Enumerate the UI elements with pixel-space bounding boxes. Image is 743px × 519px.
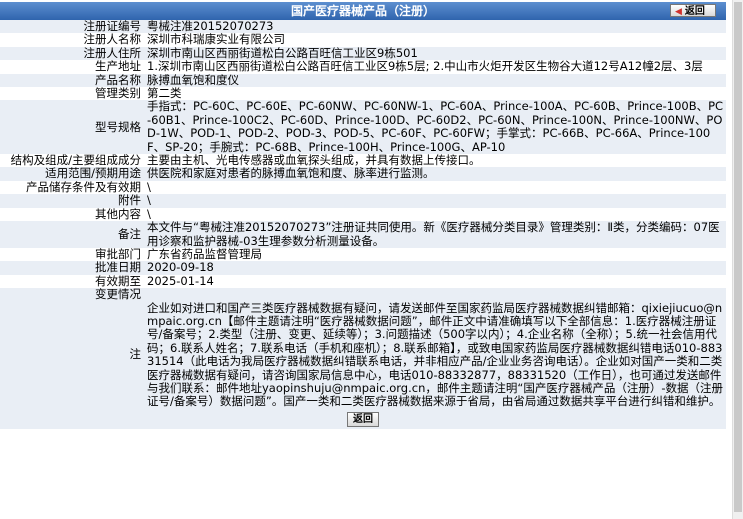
field-label: 变更情况 <box>0 287 144 302</box>
back-arrow-icon: ◀ <box>675 7 682 17</box>
info-row: 适用范围/预期用途 供医院和家庭对患者的脉搏血氧饱和度、脉率进行监测。 <box>0 167 726 181</box>
field-value <box>144 288 726 302</box>
info-row: 注册人名称 深圳市科瑞康实业有限公司 <box>0 32 726 47</box>
field-value: 供医院和家庭对患者的脉搏血氧饱和度、脉率进行监测。 <box>144 167 726 181</box>
info-row: 生产地址 1.深圳市南山区西丽街道松白公路百旺信工业区9栋5层; 2.中山市火炬开… <box>0 59 726 74</box>
field-value: \ <box>144 207 726 222</box>
field-value: 粤械注准20152070273 <box>144 19 726 34</box>
vertical-scrollbar[interactable] <box>732 0 743 519</box>
field-label: 有效期至 <box>0 274 144 289</box>
back-button-label: 返回 <box>684 6 705 17</box>
scrollbar-thumb[interactable] <box>734 2 742 512</box>
field-value: 1.深圳市南山区西丽街道松白公路百旺信工业区9栋5层; 2.中山市火炬开发区生物… <box>144 59 726 74</box>
field-value: 深圳市南山区西丽街道松白公路百旺信工业区9栋501 <box>144 46 726 61</box>
field-value: 主要由主机、光电传感器或血氧探头组成，并具有数据上传接口。 <box>144 153 726 168</box>
info-row: 型号规格 手指式：PC-60C、PC-60E、PC-60NW、PC-60NW-1、… <box>0 100 726 155</box>
field-label: 其他内容 <box>0 207 144 222</box>
info-row: 管理类别 第二类 <box>0 86 726 101</box>
field-label: 审批部门 <box>0 247 144 262</box>
info-row: 有效期至 2025-01-14 <box>0 274 726 289</box>
field-label: 产品名称 <box>0 73 144 88</box>
back-button-top[interactable]: ◀ 返回 <box>670 4 716 17</box>
field-label: 备注 <box>0 221 144 248</box>
field-value: 本文件与“粤械注准20152070273”注册证共同使用。新《医疗器械分类目录》… <box>144 220 726 248</box>
info-row: 其他内容 \ <box>0 207 726 222</box>
info-row: 结构及组成/主要组成成分 主要由主机、光电传感器或血氧探头组成，并具有数据上传接口… <box>0 153 726 168</box>
info-row: 注册证编号 粤械注准20152070273 <box>0 19 726 34</box>
info-row: 变更情况 <box>0 287 726 302</box>
field-label: 批准日期 <box>0 260 144 275</box>
field-label: 管理类别 <box>0 86 144 101</box>
detail-panel: 国产医疗器械产品（注册） ◀ 返回 注册证编号 粤械注准20152070273 注册人… <box>0 0 726 429</box>
field-label: 适用范围/预期用途 <box>0 167 144 181</box>
field-value: 深圳市科瑞康实业有限公司 <box>144 32 726 47</box>
field-value: 脉搏血氧饱和度仪 <box>144 73 726 88</box>
title-bar: 国产医疗器械产品（注册） ◀ 返回 <box>0 2 726 20</box>
field-label: 产品储存条件及有效期 <box>0 180 144 195</box>
registration-info-table: 注册证编号 粤械注准20152070273 注册人名称 深圳市科瑞康实业有限公司 注册人… <box>0 19 726 429</box>
field-value: \ <box>144 193 726 208</box>
field-label: 结构及组成/主要组成成分 <box>0 153 144 168</box>
field-value: 第二类 <box>144 86 726 101</box>
notice-row: 注企业如对进口和国产三类医疗器械数据有疑问，请发送邮件至国家药监局医疗器械数据纠… <box>0 301 726 409</box>
field-value: \ <box>144 180 726 195</box>
info-row: 审批部门 广东省药品监督管理局 <box>0 247 726 262</box>
info-row: 产品名称 脉搏血氧饱和度仪 <box>0 73 726 88</box>
info-row: 附件 \ <box>0 193 726 208</box>
field-label: 注册证编号 <box>0 19 144 34</box>
field-value: 广东省药品监督管理局 <box>144 247 726 262</box>
footer-row: 返回 <box>0 408 726 429</box>
field-value: 2020-09-18 <box>144 260 726 275</box>
page-title: 国产医疗器械产品（注册） <box>290 4 435 18</box>
info-row: 产品储存条件及有效期 \ <box>0 180 726 195</box>
field-value: 2025-01-14 <box>144 274 726 289</box>
field-label: 型号规格 <box>0 100 144 155</box>
info-row: 注册人住所 深圳市南山区西丽街道松白公路百旺信工业区9栋501 <box>0 46 726 61</box>
field-label: 附件 <box>0 193 144 208</box>
notice-label: 注 <box>0 301 144 409</box>
back-button-bottom[interactable]: 返回 <box>347 411 379 427</box>
field-label: 注册人名称 <box>0 32 144 47</box>
info-row: 批准日期 2020-09-18 <box>0 260 726 275</box>
field-value: 手指式：PC-60C、PC-60E、PC-60NW、PC-60NW-1、PC-6… <box>144 100 726 155</box>
notice-text: 企业如对进口和国产三类医疗器械数据有疑问，请发送邮件至国家药监局医疗器械数据纠错… <box>144 301 726 409</box>
field-label: 生产地址 <box>0 59 144 74</box>
info-row: 备注 本文件与“粤械注准20152070273”注册证共同使用。新《医疗器械分类目… <box>0 220 726 248</box>
footer-cell: 返回 <box>0 408 726 429</box>
field-label: 注册人住所 <box>0 46 144 61</box>
